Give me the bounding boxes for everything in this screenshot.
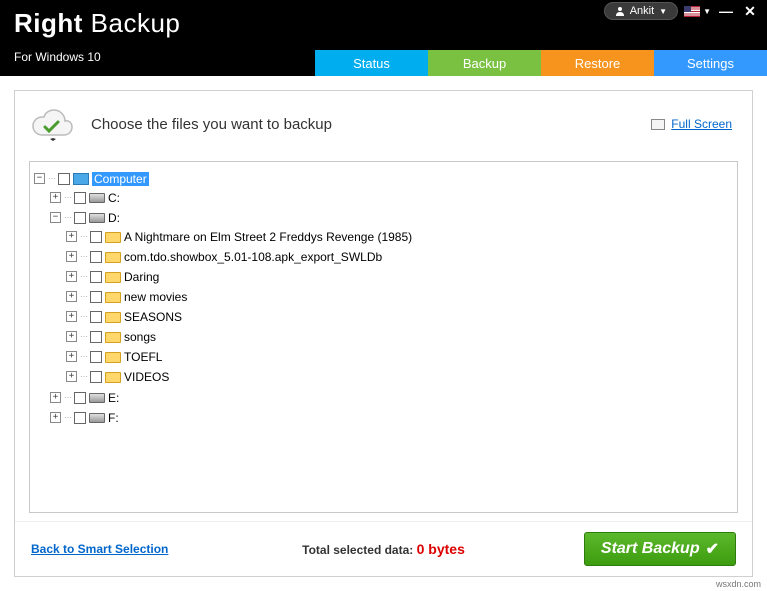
- checkbox[interactable]: [74, 412, 86, 424]
- collapse-icon[interactable]: −: [34, 173, 45, 184]
- checkbox[interactable]: [74, 192, 86, 204]
- tab-backup[interactable]: Backup: [428, 50, 541, 76]
- watermark: wsxdn.com: [716, 579, 761, 589]
- cloud-check-icon: [25, 105, 77, 143]
- expand-icon[interactable]: +: [50, 192, 61, 203]
- folder-icon: [105, 332, 121, 343]
- checkbox[interactable]: [58, 173, 70, 185]
- folder-icon: [105, 352, 121, 363]
- checkbox[interactable]: [90, 291, 102, 303]
- user-name: Ankit: [630, 5, 654, 17]
- checkbox[interactable]: [74, 392, 86, 404]
- backup-panel: Choose the files you want to backup Full…: [14, 90, 753, 577]
- tree-node-folder[interactable]: Daring: [124, 270, 159, 284]
- content-area: Choose the files you want to backup Full…: [0, 76, 767, 591]
- tree-node-drive-e[interactable]: E:: [108, 391, 119, 405]
- expand-icon[interactable]: +: [66, 311, 77, 322]
- panel-footer: Back to Smart Selection Total selected d…: [15, 521, 752, 576]
- checkbox[interactable]: [90, 251, 102, 263]
- expand-icon[interactable]: +: [66, 351, 77, 362]
- drive-icon: [89, 213, 105, 223]
- expand-icon[interactable]: +: [66, 251, 77, 262]
- tree-node-folder[interactable]: songs: [124, 330, 156, 344]
- main-tabs: Status Backup Restore Settings: [315, 50, 767, 76]
- tree-node-folder[interactable]: new movies: [124, 290, 187, 304]
- tree-node-computer[interactable]: Computer: [92, 172, 149, 186]
- tree-node-folder[interactable]: A Nightmare on Elm Street 2 Freddys Reve…: [124, 230, 412, 244]
- folder-icon: [105, 232, 121, 243]
- folder-icon: [105, 292, 121, 303]
- tab-status[interactable]: Status: [315, 50, 428, 76]
- app-header: Ankit ▼ ▼ — ✕ Right Backup For Windows 1…: [0, 0, 767, 76]
- close-button[interactable]: ✕: [741, 3, 759, 20]
- checkbox[interactable]: [90, 331, 102, 343]
- checkbox[interactable]: [90, 351, 102, 363]
- folder-icon: [105, 272, 121, 283]
- tree-node-drive-c[interactable]: C:: [108, 191, 120, 205]
- tree-node-folder[interactable]: com.tdo.showbox_5.01-108.apk_export_SWLD…: [124, 250, 382, 264]
- checkbox[interactable]: [90, 271, 102, 283]
- checkbox[interactable]: [90, 231, 102, 243]
- expand-icon[interactable]: +: [66, 231, 77, 242]
- drive-icon: [89, 413, 105, 423]
- expand-icon[interactable]: +: [66, 371, 77, 382]
- user-icon: [615, 6, 625, 16]
- tab-settings[interactable]: Settings: [654, 50, 767, 76]
- expand-icon[interactable]: +: [50, 392, 61, 403]
- expand-icon[interactable]: +: [50, 412, 61, 423]
- drive-icon: [89, 193, 105, 203]
- tree-node-folder[interactable]: VIDEOS: [124, 370, 169, 384]
- tree-node-folder[interactable]: SEASONS: [124, 310, 182, 324]
- total-selected-data: Total selected data: 0 bytes: [302, 541, 465, 557]
- fullscreen-icon: [651, 119, 665, 130]
- checkbox[interactable]: [90, 311, 102, 323]
- checkbox[interactable]: [90, 371, 102, 383]
- user-menu-button[interactable]: Ankit ▼: [604, 2, 678, 20]
- panel-header: Choose the files you want to backup Full…: [15, 91, 752, 153]
- tree-node-folder[interactable]: TOEFL: [124, 350, 162, 364]
- expand-icon[interactable]: +: [66, 291, 77, 302]
- checkbox[interactable]: [74, 212, 86, 224]
- drive-icon: [89, 393, 105, 403]
- language-flag-button[interactable]: ▼: [684, 6, 711, 17]
- collapse-icon[interactable]: −: [50, 212, 61, 223]
- app-logo: Right Backup: [14, 8, 180, 39]
- panel-heading: Choose the files you want to backup: [91, 116, 332, 133]
- chevron-down-icon: ▼: [659, 7, 667, 16]
- computer-icon: [73, 173, 89, 185]
- check-icon: ✔: [706, 539, 719, 559]
- minimize-button[interactable]: —: [717, 3, 735, 19]
- expand-icon[interactable]: +: [66, 331, 77, 342]
- folder-icon: [105, 312, 121, 323]
- chevron-down-icon: ▼: [703, 7, 711, 16]
- fullscreen-label: Full Screen: [671, 117, 732, 131]
- folder-icon: [105, 252, 121, 263]
- fullscreen-link[interactable]: Full Screen: [651, 117, 732, 131]
- app-subtitle: For Windows 10: [14, 50, 101, 64]
- start-backup-button[interactable]: Start Backup✔: [584, 532, 736, 566]
- file-tree[interactable]: − ⋯ Computer + ⋯ C:: [29, 161, 738, 513]
- folder-icon: [105, 372, 121, 383]
- back-to-smart-selection-link[interactable]: Back to Smart Selection: [31, 542, 168, 556]
- us-flag-icon: [684, 6, 700, 17]
- tree-node-drive-f[interactable]: F:: [108, 411, 119, 425]
- tree-node-drive-d[interactable]: D:: [108, 211, 120, 225]
- tab-restore[interactable]: Restore: [541, 50, 654, 76]
- expand-icon[interactable]: +: [66, 271, 77, 282]
